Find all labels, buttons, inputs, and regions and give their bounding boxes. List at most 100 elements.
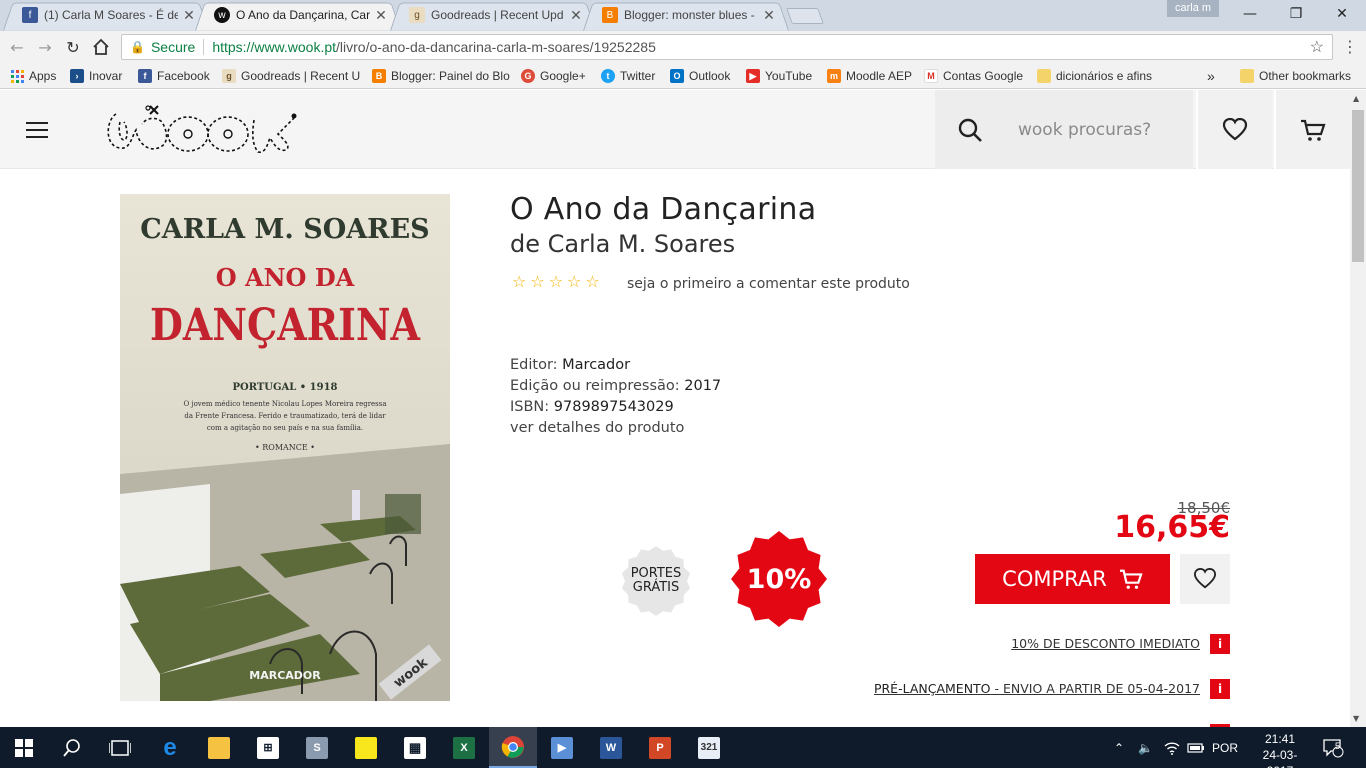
cover-author: CARLA M. SOARES bbox=[140, 214, 429, 245]
scroll-down-icon[interactable]: ▼ bbox=[1353, 714, 1359, 723]
taskbar-search-button[interactable] bbox=[48, 727, 96, 768]
search-icon bbox=[958, 118, 982, 142]
home-icon[interactable] bbox=[92, 38, 110, 56]
buy-button[interactable]: COMPRAR bbox=[975, 554, 1170, 604]
close-tab-icon[interactable]: ✕ bbox=[762, 7, 776, 24]
cover-blurb-line3: com a agitação no seu país e na sua famí… bbox=[207, 424, 363, 432]
tab-blogger[interactable]: B Blogger: monster blues - ✕ bbox=[582, 0, 790, 31]
product-author[interactable]: de Carla M. Soares bbox=[510, 230, 735, 258]
battery-icon[interactable] bbox=[1187, 727, 1205, 768]
media-player-icon: ▶ bbox=[551, 736, 573, 759]
profile-badge[interactable]: carla m bbox=[1167, 0, 1219, 17]
heart-icon bbox=[1222, 117, 1248, 140]
task-view-icon bbox=[109, 739, 131, 756]
windows-taskbar: e ⊞ S ▦ X ▶ W P 321 ⌃ 🔈 POR 21:41 24-03-… bbox=[0, 727, 1366, 778]
star-icon[interactable]: ☆ bbox=[549, 272, 567, 291]
taskbar-file-explorer[interactable] bbox=[195, 727, 243, 768]
bookmark-folder-dicionarios[interactable]: dicionários e afins bbox=[1037, 67, 1152, 85]
editor-value[interactable]: Marcador bbox=[562, 357, 630, 373]
bookmark-apps[interactable]: Apps bbox=[10, 67, 56, 85]
rating-stars[interactable]: ☆☆☆☆☆ bbox=[512, 272, 604, 291]
system-clock[interactable]: 21:41 24-03-2017 bbox=[1250, 731, 1310, 779]
bookmark-outlook[interactable]: O Outlook bbox=[670, 67, 730, 85]
info-icon[interactable]: i bbox=[1210, 679, 1230, 699]
chrome-menu-icon[interactable]: ⋮ bbox=[1342, 37, 1358, 56]
scroll-thumb[interactable] bbox=[1352, 110, 1364, 262]
bookmark-google-plus[interactable]: G Google+ bbox=[521, 67, 586, 85]
close-tab-icon[interactable]: ✕ bbox=[569, 7, 583, 24]
back-arrow-icon[interactable]: ← bbox=[8, 38, 26, 57]
bookmarks-overflow-button[interactable]: » bbox=[1207, 67, 1215, 85]
star-icon[interactable]: ☆ bbox=[512, 272, 530, 291]
store-icon: ⊞ bbox=[257, 736, 279, 759]
taskbar-store[interactable]: ⊞ bbox=[244, 727, 292, 768]
book-cover-image[interactable]: CARLA M. SOARES O ANO DA DANÇARINA PORTU… bbox=[120, 194, 450, 701]
taskbar-word[interactable]: W bbox=[587, 727, 635, 768]
show-hidden-icons[interactable]: ⌃ bbox=[1114, 727, 1124, 768]
promo-prelaunch-link[interactable]: PRÉ-LANÇAMENTO - ENVIO A PARTIR DE 05-04… bbox=[760, 681, 1200, 696]
reload-icon[interactable]: ↻ bbox=[64, 38, 82, 57]
isbn-row: ISBN: 9789897543029 bbox=[510, 399, 674, 415]
forward-arrow-icon[interactable]: → bbox=[36, 38, 54, 57]
promo-discount-link[interactable]: 10% DE DESCONTO IMEDIATO bbox=[960, 636, 1200, 651]
page-scrollbar[interactable]: ▲ ▼ bbox=[1350, 90, 1366, 727]
tab-goodreads[interactable]: g Goodreads | Recent Upd ✕ bbox=[389, 0, 597, 31]
review-link[interactable]: seja o primeiro a comentar este produto bbox=[627, 276, 910, 292]
hamburger-menu-icon[interactable] bbox=[26, 122, 48, 138]
other-bookmarks[interactable]: Other bookmarks bbox=[1240, 67, 1351, 85]
action-center-button[interactable]: 5 bbox=[1322, 727, 1344, 768]
restore-button[interactable]: ❐ bbox=[1273, 0, 1319, 28]
wifi-icon[interactable] bbox=[1164, 727, 1180, 768]
taskbar-sticky-notes[interactable] bbox=[342, 727, 390, 768]
taskbar-scrivener[interactable]: S bbox=[293, 727, 341, 768]
close-tab-icon[interactable]: ✕ bbox=[374, 7, 388, 24]
bookmark-inovar[interactable]: › Inovar bbox=[70, 67, 122, 85]
taskbar-edge[interactable]: e bbox=[146, 727, 194, 768]
address-bar[interactable]: 🔒 Secure https://www.wook.pt/livro/o-ano… bbox=[121, 34, 1333, 60]
volume-muted-icon[interactable]: 🔈 bbox=[1138, 727, 1153, 768]
wishlist-button[interactable] bbox=[1196, 90, 1272, 169]
close-tab-icon[interactable]: ✕ bbox=[182, 7, 196, 24]
inovar-icon: › bbox=[70, 69, 84, 83]
bookmark-twitter[interactable]: t Twitter bbox=[601, 67, 655, 85]
cover-title-line1: O ANO DA bbox=[216, 263, 355, 292]
facebook-icon: f bbox=[22, 7, 38, 23]
star-icon[interactable]: ☆ bbox=[530, 272, 548, 291]
cover-publisher: MARCADOR bbox=[249, 669, 321, 682]
taskbar-media[interactable]: ▶ bbox=[538, 727, 586, 768]
bookmark-blogger[interactable]: B Blogger: Painel do Blo bbox=[372, 67, 510, 85]
product-details-link[interactable]: ver detalhes do produto bbox=[510, 420, 684, 436]
info-icon[interactable]: i bbox=[1210, 634, 1230, 654]
tab-wook[interactable]: w O Ano da Dançarina, Car ✕ bbox=[194, 0, 402, 31]
wook-logo[interactable] bbox=[102, 100, 298, 156]
taskbar-powerpoint[interactable]: P bbox=[636, 727, 684, 768]
bookmark-moodle[interactable]: m Moodle AEP bbox=[827, 67, 912, 85]
star-icon[interactable]: ☆ bbox=[585, 272, 603, 291]
language-indicator[interactable]: POR bbox=[1212, 727, 1238, 768]
task-view-button[interactable] bbox=[96, 727, 144, 768]
new-tab-button[interactable] bbox=[786, 8, 824, 24]
bookmark-star-icon[interactable]: ☆ bbox=[1310, 37, 1324, 57]
taskbar-excel[interactable]: X bbox=[440, 727, 488, 768]
star-icon[interactable]: ☆ bbox=[567, 272, 585, 291]
search-input[interactable]: wook procuras? bbox=[1018, 120, 1151, 140]
calculator-icon: ▦ bbox=[404, 736, 426, 759]
site-search[interactable]: wook procuras? bbox=[935, 90, 1193, 169]
taskbar-calculator[interactable]: ▦ bbox=[391, 727, 439, 768]
bookmark-youtube[interactable]: ▶ YouTube bbox=[746, 67, 812, 85]
add-to-wishlist-button[interactable] bbox=[1180, 554, 1230, 604]
start-button[interactable] bbox=[0, 727, 48, 768]
taskbar-chrome[interactable] bbox=[489, 727, 537, 768]
scroll-up-icon[interactable]: ▲ bbox=[1353, 94, 1359, 103]
outlook-icon: O bbox=[670, 69, 684, 83]
tab-facebook[interactable]: f (1) Carla M Soares - É de ✕ bbox=[2, 0, 210, 31]
bookmark-facebook[interactable]: f Facebook bbox=[138, 67, 210, 85]
minimize-button[interactable]: — bbox=[1227, 0, 1273, 28]
close-window-button[interactable]: ✕ bbox=[1319, 0, 1365, 28]
taskbar-calendar-app[interactable]: 321 bbox=[685, 727, 733, 768]
editor-row: Editor: Marcador bbox=[510, 357, 631, 373]
cart-button[interactable] bbox=[1274, 90, 1350, 169]
bookmark-contas-google[interactable]: M Contas Google bbox=[924, 67, 1023, 85]
bookmark-goodreads[interactable]: g Goodreads | Recent U bbox=[222, 67, 360, 85]
browser-toolbar: ← → ↻ 🔒 Secure https://www.wook.pt/livro… bbox=[0, 31, 1366, 63]
